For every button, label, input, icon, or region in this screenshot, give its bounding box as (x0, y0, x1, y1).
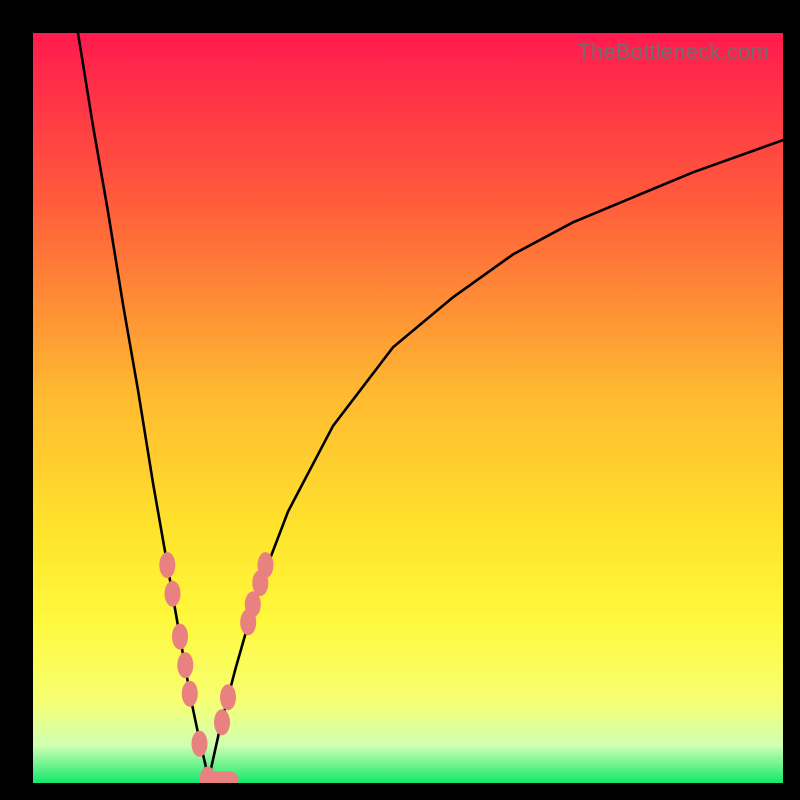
marker-left-4 (182, 681, 198, 707)
marker-left-0 (159, 552, 175, 578)
marker-left-2 (172, 624, 188, 650)
bottleneck-curve-right-branch (208, 140, 783, 783)
marker-right-1 (220, 684, 236, 710)
chart-stage: TheBottleneck.com (0, 0, 800, 800)
curve-layer (33, 33, 783, 783)
marker-right-0 (214, 709, 230, 735)
watermark-text: TheBottleneck.com (577, 39, 769, 65)
plot-area: TheBottleneck.com (33, 33, 783, 783)
marker-left-1 (165, 581, 181, 607)
marker-right-5 (258, 552, 274, 578)
marker-left-5 (192, 731, 208, 757)
marker-left-3 (177, 652, 193, 678)
